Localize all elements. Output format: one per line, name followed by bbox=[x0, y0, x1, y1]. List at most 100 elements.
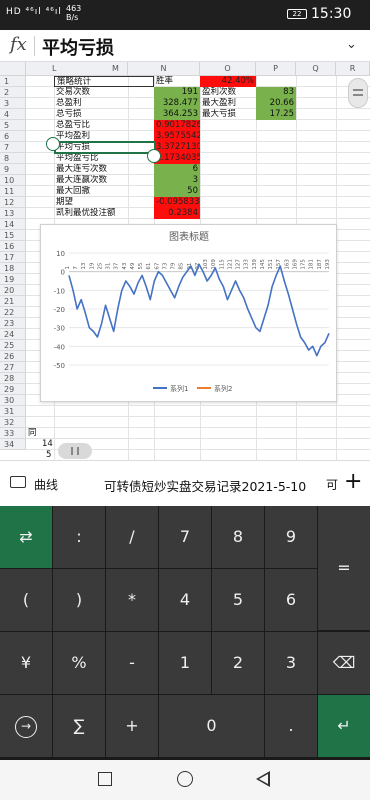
row-header-23[interactable]: 23 bbox=[0, 318, 26, 329]
cell-n4[interactable]: 364.253 bbox=[154, 109, 200, 120]
row-header-4[interactable]: 4 bbox=[0, 109, 26, 120]
row-header-19[interactable]: 19 bbox=[0, 274, 26, 285]
row-header-6[interactable]: 6 bbox=[0, 131, 26, 142]
row-header-8[interactable]: 8 bbox=[0, 153, 26, 164]
row-header-33[interactable]: 33 bbox=[0, 428, 26, 439]
row-header-21[interactable]: 21 bbox=[0, 296, 26, 307]
column-header-q[interactable]: Q bbox=[296, 62, 336, 76]
key-1[interactable]: 1 bbox=[159, 632, 211, 694]
key-6[interactable]: 6 bbox=[265, 569, 317, 631]
cell-o4[interactable]: 最大亏损 bbox=[200, 109, 256, 120]
cell-l13[interactable]: 凯利最优投注额 bbox=[54, 208, 154, 219]
column-header-p[interactable]: P bbox=[256, 62, 296, 76]
horizontal-scroll-handle[interactable] bbox=[58, 443, 92, 459]
row-header-20[interactable]: 20 bbox=[0, 285, 26, 296]
row-header-32[interactable]: 32 bbox=[0, 417, 26, 428]
key-4[interactable]: 4 bbox=[159, 569, 211, 631]
sheet-tab-next[interactable]: 可 bbox=[326, 476, 338, 493]
row-header-28[interactable]: 28 bbox=[0, 373, 26, 384]
cell-n2[interactable]: 191 bbox=[154, 87, 200, 98]
cell-o2[interactable]: 盈利次数 bbox=[200, 87, 256, 98]
key-decimal[interactable]: . bbox=[265, 695, 317, 757]
line-chart[interactable]: 图表标题 10 0 -10 -20 -30 -40 -50 1 7 13 19 25 31 37 43 49… bbox=[40, 224, 337, 402]
selected-cell-range[interactable] bbox=[54, 141, 156, 154]
cell-p2[interactable]: 83 bbox=[256, 87, 296, 98]
key-0[interactable]: 0 bbox=[159, 695, 264, 757]
row-header-3[interactable]: 3 bbox=[0, 98, 26, 109]
cell-n5[interactable]: 0.9017826 bbox=[154, 120, 200, 131]
row-header-5[interactable]: 5 bbox=[0, 120, 26, 131]
cell-n13[interactable]: 0.2384 bbox=[154, 208, 200, 219]
add-sheet-button[interactable]: + bbox=[344, 469, 362, 494]
cell-l10[interactable]: 最大连赢次数 bbox=[54, 175, 154, 186]
row-header-24[interactable]: 24 bbox=[0, 329, 26, 340]
cell-o3[interactable]: 最大盈利 bbox=[200, 98, 256, 109]
cell-l11[interactable]: 最大回撤 bbox=[54, 186, 154, 197]
recent-apps-icon[interactable] bbox=[98, 772, 112, 786]
key-open-paren[interactable]: ( bbox=[0, 569, 52, 631]
cell-n9[interactable]: 6 bbox=[154, 164, 200, 175]
row-header-15[interactable]: 15 bbox=[0, 230, 26, 241]
selection-end-handle[interactable] bbox=[147, 149, 161, 163]
row-header-17[interactable]: 17 bbox=[0, 252, 26, 263]
cell-o1[interactable]: 42.40% bbox=[200, 76, 256, 87]
row-header-27[interactable]: 27 bbox=[0, 362, 26, 373]
select-all-corner[interactable] bbox=[0, 62, 26, 76]
key-minus[interactable]: - bbox=[106, 632, 158, 694]
row-header-31[interactable]: 31 bbox=[0, 406, 26, 417]
cell-p3[interactable]: 20.66 bbox=[256, 98, 296, 109]
key-2[interactable]: 2 bbox=[212, 632, 264, 694]
cell-l2[interactable]: 交易次数 bbox=[54, 87, 154, 98]
row-header-16[interactable]: 16 bbox=[0, 241, 26, 252]
cell-n11[interactable]: 50 bbox=[154, 186, 200, 197]
key-percent[interactable]: % bbox=[53, 632, 105, 694]
cell-n3[interactable]: 328.477 bbox=[154, 98, 200, 109]
circle-arrow-key[interactable]: → bbox=[0, 695, 52, 757]
key-equals[interactable]: = bbox=[318, 506, 370, 630]
row-header-7[interactable]: 7 bbox=[0, 142, 26, 153]
sheet-tab-trade-log[interactable]: 可转债短炒实盘交易记录2021-5-10 bbox=[104, 476, 306, 495]
key-8[interactable]: 8 bbox=[212, 506, 264, 568]
key-slash[interactable]: / bbox=[106, 506, 158, 568]
cell-l1[interactable]: 策略统计 bbox=[54, 76, 154, 87]
row-header-10[interactable]: 10 bbox=[0, 175, 26, 186]
row-header-9[interactable]: 9 bbox=[0, 164, 26, 175]
cell-n6[interactable]: 3.9575542 bbox=[154, 131, 200, 142]
row-header-22[interactable]: 22 bbox=[0, 307, 26, 318]
spreadsheet-grid[interactable]: L M N O P Q R 1 2 3 4 5 6 7 8 9 10 11 12 13 14 15 16 17 1… bbox=[0, 62, 370, 460]
cell-l5[interactable]: 总盈亏比 bbox=[54, 120, 154, 131]
row-header-34[interactable]: 34 bbox=[0, 439, 26, 450]
key-5[interactable]: 5 bbox=[212, 569, 264, 631]
sheet-list-icon[interactable] bbox=[10, 476, 26, 488]
row-header-26[interactable]: 26 bbox=[0, 351, 26, 362]
home-icon[interactable] bbox=[177, 771, 193, 787]
row-header-2[interactable]: 2 bbox=[0, 87, 26, 98]
cell-l32[interactable]: 同 bbox=[26, 428, 56, 439]
row-header-13[interactable]: 13 bbox=[0, 208, 26, 219]
selection-start-handle[interactable] bbox=[46, 137, 60, 151]
cell-n1[interactable]: 胜率 bbox=[154, 76, 200, 87]
cell-l9[interactable]: 最大连亏次数 bbox=[54, 164, 154, 175]
column-header-l[interactable]: L M bbox=[26, 62, 128, 76]
key-plus[interactable]: + bbox=[106, 695, 158, 757]
key-colon[interactable]: : bbox=[53, 506, 105, 568]
key-close-paren[interactable]: ) bbox=[53, 569, 105, 631]
key-sum[interactable]: ∑ bbox=[53, 695, 105, 757]
backspace-key[interactable]: ⌫ bbox=[318, 632, 370, 694]
key-yen[interactable]: ¥ bbox=[0, 632, 52, 694]
row-header-30[interactable]: 30 bbox=[0, 395, 26, 406]
chevron-down-icon[interactable]: ⌄ bbox=[346, 37, 357, 52]
key-9[interactable]: 9 bbox=[265, 506, 317, 568]
column-header-r[interactable]: R bbox=[336, 62, 370, 76]
cell-l4[interactable]: 总亏损 bbox=[54, 109, 154, 120]
enter-key[interactable]: ↵ bbox=[318, 695, 370, 757]
cell-p4[interactable]: 17.25 bbox=[256, 109, 296, 120]
key-7[interactable]: 7 bbox=[159, 506, 211, 568]
formula-input[interactable]: 平均亏损 bbox=[42, 34, 114, 60]
column-header-n[interactable]: N bbox=[128, 62, 200, 76]
key-multiply[interactable]: * bbox=[106, 569, 158, 631]
row-header-25[interactable]: 25 bbox=[0, 340, 26, 351]
sheet-tab-curve[interactable]: 曲线 bbox=[34, 476, 58, 493]
cell-l3[interactable]: 总盈利 bbox=[54, 98, 154, 109]
row-header-12[interactable]: 12 bbox=[0, 197, 26, 208]
